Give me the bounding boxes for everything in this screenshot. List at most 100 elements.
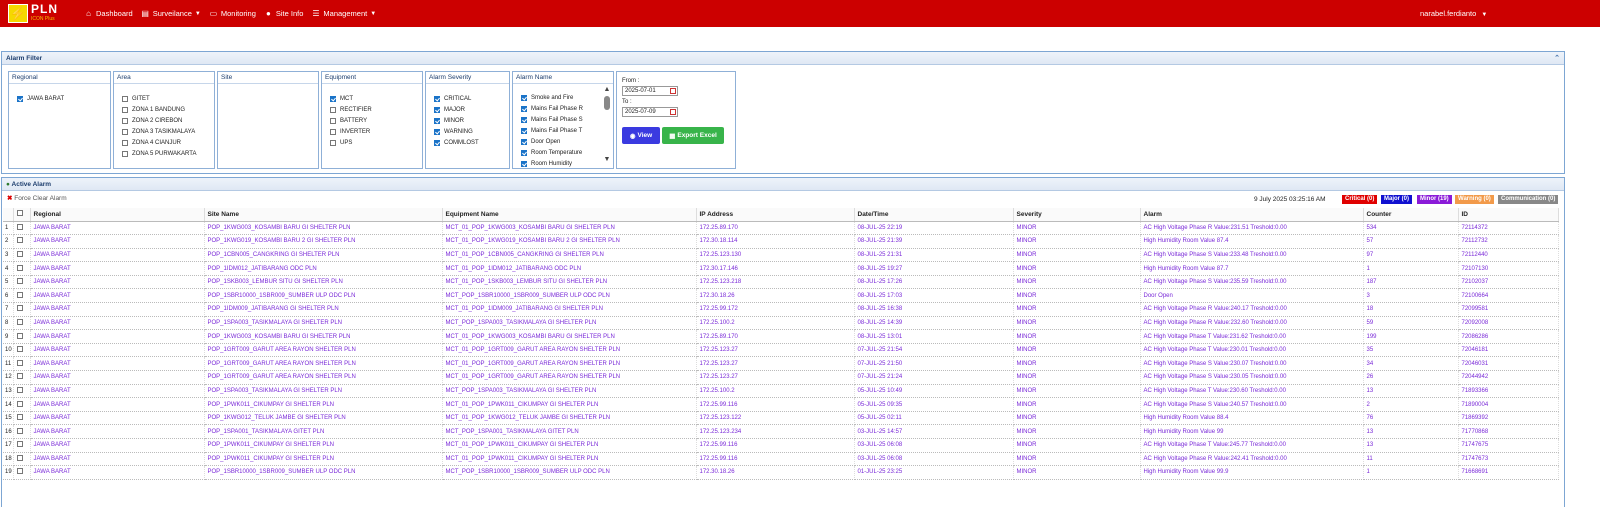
filter-checkbox[interactable] bbox=[434, 139, 440, 146]
row-checkbox[interactable] bbox=[16, 250, 23, 257]
filter-checkbox[interactable] bbox=[122, 117, 128, 124]
filter-checkbox[interactable] bbox=[122, 139, 128, 146]
table-row[interactable]: 13 JAWA BARAT POP_1SPA003_TASIKMALAYA GI S… bbox=[3, 384, 1559, 399]
filter-option[interactable]: ZONA 1 BANDUNG bbox=[114, 104, 214, 115]
filter-checkbox[interactable] bbox=[434, 106, 440, 113]
table-row[interactable]: 11 JAWA BARAT POP_1GRT009_GARUT AREA RAYON… bbox=[3, 356, 1559, 372]
table-row[interactable]: 14 JAWA BARAT POP_1PWK011_CIKUMPAY GI SHEL… bbox=[3, 397, 1559, 412]
filter-option[interactable]: UPS bbox=[322, 137, 422, 148]
scroll-up-icon[interactable]: ▲ bbox=[603, 86, 611, 94]
table-row[interactable]: 19 JAWA BARAT POP_1SBR10000_1SBR009_SUMBER… bbox=[3, 465, 1559, 480]
col-equipment-name[interactable]: Equipment Name bbox=[442, 208, 697, 222]
table-row[interactable]: 17 JAWA BARAT POP_1PWK011_CIKUMPAY GI SHEL… bbox=[3, 438, 1559, 453]
row-checkbox[interactable] bbox=[16, 264, 23, 271]
filter-option[interactable]: BATTERY bbox=[322, 115, 422, 126]
table-row[interactable]: 4 JAWA BARAT POP_1IDM012_JATIBARANG ODC PL… bbox=[3, 261, 1559, 276]
col-site-name[interactable]: Site Name bbox=[204, 208, 443, 222]
user-menu[interactable]: narabel.ferdianto ▼ bbox=[1420, 9, 1487, 18]
alarm-filter-header[interactable]: Alarm Filter ⌃ bbox=[2, 52, 1564, 65]
nav-site-info[interactable]: ● Site Info bbox=[264, 9, 303, 18]
filter-checkbox[interactable] bbox=[330, 139, 336, 146]
table-row[interactable]: 16 JAWA BARAT POP_1SPA001_TASIKMALAYA GITE… bbox=[3, 424, 1559, 439]
col-alarm[interactable]: Alarm bbox=[1140, 208, 1364, 222]
filter-option[interactable]: MAJOR bbox=[426, 104, 509, 115]
table-row[interactable]: 12 JAWA BARAT POP_1GRT009_GARUT AREA RAYON… bbox=[3, 370, 1559, 385]
row-checkbox[interactable] bbox=[16, 373, 23, 380]
row-checkbox[interactable] bbox=[16, 318, 23, 325]
select-all-checkbox[interactable] bbox=[13, 208, 31, 222]
filter-checkbox[interactable] bbox=[434, 117, 440, 124]
filter-option[interactable]: INVERTER bbox=[322, 126, 422, 137]
export-excel-button[interactable]: ▦ Export Excel bbox=[662, 127, 724, 144]
table-row[interactable]: 15 JAWA BARAT POP_1KWG012_TELUK JAMBE GI S… bbox=[3, 411, 1559, 426]
filter-checkbox[interactable] bbox=[521, 160, 527, 167]
col-date-time[interactable]: Date/Time bbox=[854, 208, 1014, 222]
col-ip-address[interactable]: IP Address bbox=[696, 208, 855, 222]
to-date-input[interactable]: 2025-07-09 bbox=[622, 107, 678, 117]
table-row[interactable]: 8 JAWA BARAT POP_1SPA003_TASIKMALAYA GI SH… bbox=[3, 316, 1559, 331]
major-badge[interactable]: Major (0) bbox=[1381, 195, 1413, 204]
row-checkbox[interactable] bbox=[16, 454, 23, 461]
table-row[interactable]: 1 JAWA BARAT POP_1KWG003_KOSAMBI BARU GI S… bbox=[3, 221, 1559, 236]
col-id[interactable]: ID bbox=[1458, 208, 1559, 222]
filter-option[interactable]: MINOR bbox=[426, 115, 509, 126]
filter-checkbox[interactable] bbox=[330, 106, 336, 113]
filter-option[interactable]: Mains Fail Phase S bbox=[513, 114, 613, 125]
communication-badge[interactable]: Communication (0) bbox=[1498, 195, 1559, 204]
col-severity[interactable]: Severity bbox=[1013, 208, 1141, 222]
row-checkbox[interactable] bbox=[16, 332, 23, 339]
row-checkbox[interactable] bbox=[16, 237, 23, 244]
filter-option[interactable]: MCT bbox=[322, 93, 422, 104]
filter-option[interactable]: RECTIFIER bbox=[322, 104, 422, 115]
filter-checkbox[interactable] bbox=[17, 95, 23, 102]
filter-checkbox[interactable] bbox=[521, 116, 527, 123]
force-clear-alarm-button[interactable]: ✖ Force Clear Alarm bbox=[7, 194, 67, 202]
table-row[interactable]: 6 JAWA BARAT POP_1SBR10000_1SBR009_SUMBER … bbox=[3, 288, 1559, 304]
view-button[interactable]: ◉ View bbox=[622, 127, 660, 144]
row-checkbox[interactable] bbox=[16, 359, 23, 366]
row-checkbox[interactable] bbox=[16, 278, 23, 285]
filter-checkbox[interactable] bbox=[521, 138, 527, 145]
nav-management[interactable]: ☰ Management ▼ bbox=[311, 9, 376, 18]
filter-option[interactable]: Room Humidity bbox=[513, 158, 613, 168]
row-checkbox[interactable] bbox=[16, 400, 23, 407]
scroll-thumb[interactable] bbox=[604, 96, 610, 110]
row-checkbox[interactable] bbox=[16, 468, 23, 475]
filter-option[interactable]: ZONA 2 CIREBON bbox=[114, 115, 214, 126]
critical-badge[interactable]: Critical (0) bbox=[1342, 195, 1378, 204]
filter-checkbox[interactable] bbox=[330, 117, 336, 124]
alarm-name-scrollbar[interactable]: ▲ ▼ bbox=[603, 86, 611, 168]
table-row[interactable]: 18 JAWA BARAT POP_1PWK011_CIKUMPAY GI SHEL… bbox=[3, 452, 1559, 467]
table-row[interactable]: 3 JAWA BARAT POP_1CBN005_CANGKRING GI SHEL… bbox=[3, 248, 1559, 263]
filter-checkbox[interactable] bbox=[521, 94, 527, 101]
filter-option[interactable]: ZONA 4 CIANJUR bbox=[114, 137, 214, 148]
chevron-up-icon[interactable]: ⌃ bbox=[1554, 54, 1560, 62]
nav-surveilance[interactable]: ▤ Surveilance ▼ bbox=[141, 9, 200, 18]
filter-option[interactable]: WARNING bbox=[426, 126, 509, 137]
row-checkbox[interactable] bbox=[16, 427, 23, 434]
filter-checkbox[interactable] bbox=[434, 128, 440, 135]
row-checkbox[interactable] bbox=[16, 305, 23, 312]
from-date-input[interactable]: 2025-07-01 bbox=[622, 86, 678, 96]
filter-checkbox[interactable] bbox=[122, 150, 128, 157]
table-row[interactable]: 9 JAWA BARAT POP_1KWG003_KOSAMBI BARU GI S… bbox=[3, 329, 1559, 344]
nav-monitoring[interactable]: ▭ Monitoring bbox=[209, 9, 256, 18]
calendar-icon[interactable] bbox=[670, 109, 676, 115]
table-row[interactable]: 5 JAWA BARAT POP_1SKB003_LEMBUR SITU GI SH… bbox=[3, 275, 1559, 290]
scroll-down-icon[interactable]: ▼ bbox=[603, 156, 611, 164]
filter-option[interactable]: Mains Fail Phase R bbox=[513, 103, 613, 114]
filter-option[interactable]: ZONA 3 TASIKMALAYA bbox=[114, 126, 214, 137]
table-row[interactable]: 7 JAWA BARAT POP_1IDM009_JATIBARANG GI SHE… bbox=[3, 302, 1559, 317]
filter-checkbox[interactable] bbox=[521, 127, 527, 134]
row-checkbox[interactable] bbox=[16, 291, 23, 298]
filter-option[interactable]: GITET bbox=[114, 93, 214, 104]
filter-option[interactable]: COMMLOST bbox=[426, 137, 509, 148]
filter-option[interactable]: Mains Fail Phase T bbox=[513, 125, 613, 136]
filter-checkbox[interactable] bbox=[521, 149, 527, 156]
nav-dashboard[interactable]: ⌂ Dashboard bbox=[84, 9, 133, 18]
row-checkbox[interactable] bbox=[16, 441, 23, 448]
filter-checkbox[interactable] bbox=[521, 105, 527, 112]
filter-option[interactable]: JAWA BARAT bbox=[9, 93, 110, 104]
calendar-icon[interactable] bbox=[670, 88, 676, 94]
filter-checkbox[interactable] bbox=[330, 95, 336, 102]
